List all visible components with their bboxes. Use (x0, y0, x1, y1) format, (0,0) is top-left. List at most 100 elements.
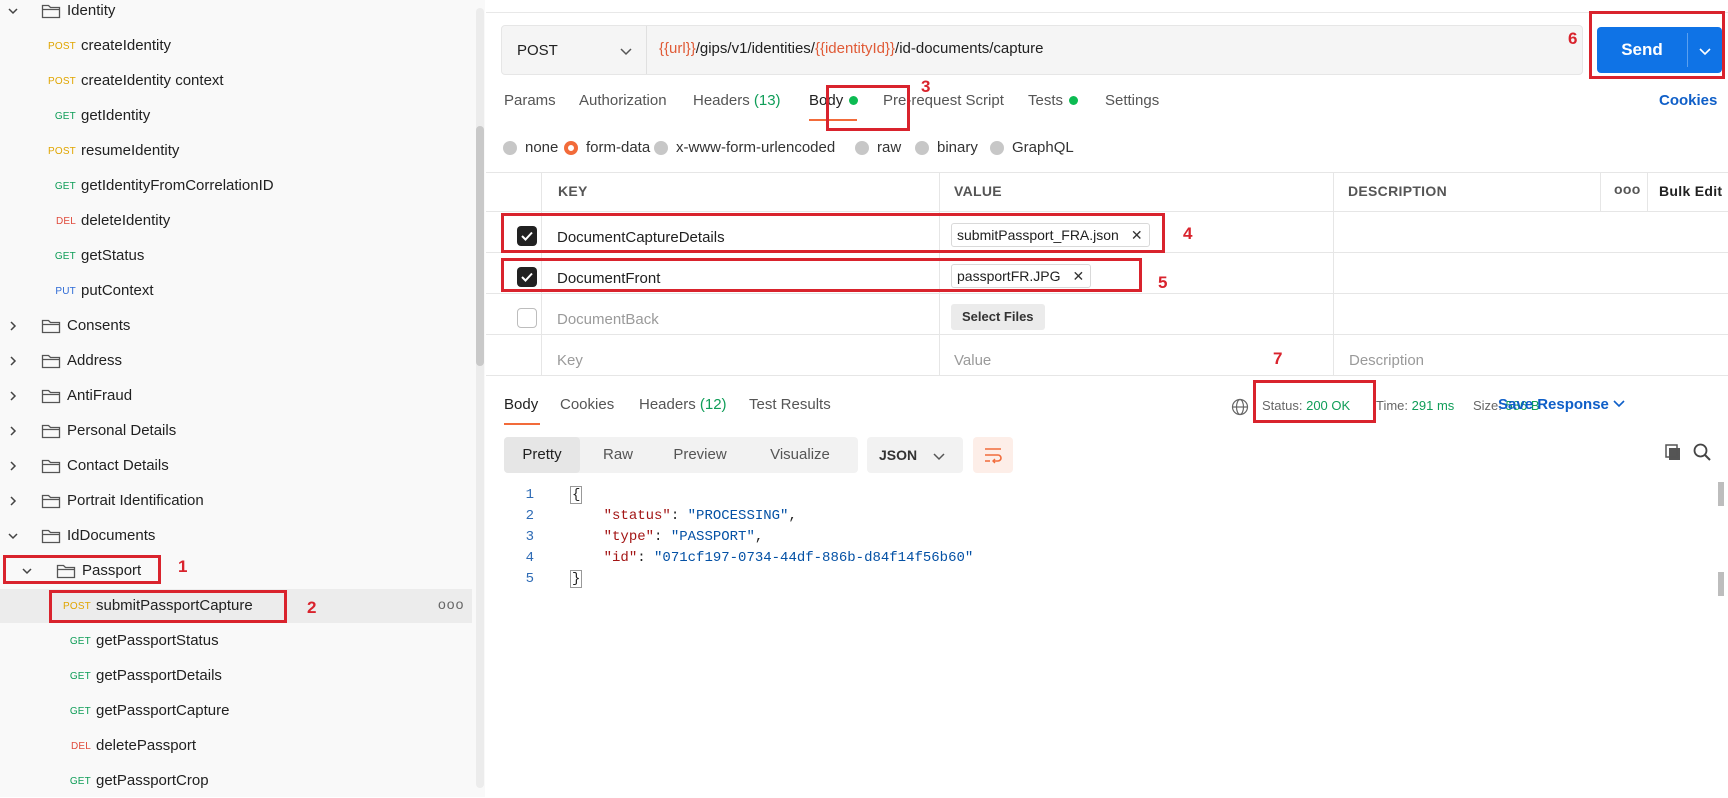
form-key[interactable]: DocumentBack (557, 311, 659, 328)
sidebar-scrollbar[interactable] (476, 8, 484, 788)
request-item[interactable]: GET getIdentity (0, 99, 472, 133)
bulk-edit-button[interactable]: Bulk Edit (1659, 183, 1722, 199)
method-select[interactable]: POST (502, 26, 647, 74)
chevron-down-icon[interactable] (7, 530, 19, 542)
folder-icon (41, 353, 61, 369)
folder-item[interactable]: Contact Details (0, 449, 472, 483)
brace: { (570, 486, 583, 504)
save-response-button[interactable]: Save Response (1498, 396, 1625, 413)
annotation-number: 1 (178, 557, 188, 576)
code-line: } (570, 570, 583, 588)
chevron-right-icon[interactable] (7, 425, 19, 437)
request-item[interactable]: GET getIdentityFromCorrelationID (0, 169, 472, 203)
view-option[interactable]: Pretty (504, 437, 580, 473)
method-badge: DEL (55, 216, 76, 227)
tab-response-cookies[interactable]: Cookies (560, 396, 614, 413)
folder-item[interactable]: Consents (0, 309, 472, 343)
body-type-radio[interactable]: none (503, 139, 558, 156)
copy-icon[interactable] (1663, 442, 1683, 467)
method-badge: GET (69, 636, 91, 647)
request-item[interactable]: DEL deleteIdentity (0, 204, 472, 238)
select-files-button[interactable]: Select Files (951, 304, 1045, 330)
folder-icon (41, 528, 61, 544)
chevron-down-icon[interactable] (7, 5, 19, 17)
key-input[interactable]: Key (557, 352, 583, 369)
description-input[interactable]: Description (1349, 352, 1424, 369)
annotation-box-submit (49, 590, 287, 623)
tab-response-body[interactable]: Body (504, 396, 538, 413)
line-number: 3 (525, 529, 534, 545)
view-option[interactable]: Raw (582, 437, 654, 473)
folder-item[interactable]: IdDocuments (0, 519, 472, 553)
tab-settings[interactable]: Settings (1105, 92, 1159, 109)
request-label: putContext (81, 282, 154, 299)
row-checkbox[interactable] (517, 308, 537, 328)
body-type-radio[interactable]: form-data (564, 139, 650, 156)
request-item[interactable]: GET getPassportDetails (0, 659, 472, 693)
tab-authorization[interactable]: Authorization (579, 92, 667, 109)
tests-status-dot (1069, 95, 1079, 105)
search-icon[interactable] (1692, 442, 1712, 467)
folder-icon (41, 318, 61, 334)
request-item[interactable]: GET getStatus (0, 239, 472, 273)
view-option[interactable]: Visualize (744, 437, 856, 473)
test-results-label: Test Results (749, 396, 831, 413)
brace: } (570, 570, 583, 588)
request-item[interactable]: GET getPassportStatus (0, 624, 472, 658)
folder-label: AntiFraud (67, 387, 133, 404)
tab-headers[interactable]: Headers (13) (693, 92, 781, 109)
column-options-icon[interactable]: ooo (1614, 181, 1641, 197)
request-item[interactable]: POST createIdentity context (0, 64, 472, 98)
request-item[interactable]: DEL deletePassport (0, 729, 472, 763)
json-key: "id" (603, 550, 638, 566)
cookies-link[interactable]: Cookies (1659, 92, 1717, 109)
request-panel: POST {{url}}/gips/v1/identities/{{identi… (486, 0, 1728, 797)
radio-label: binary (937, 139, 978, 156)
folder-item[interactable]: AntiFraud (0, 379, 472, 413)
tab-test-results[interactable]: Test Results (749, 396, 831, 413)
scrollbar-thumb[interactable] (1718, 482, 1724, 506)
description-column-header: DESCRIPTION (1348, 183, 1447, 199)
wrap-lines-button[interactable] (973, 437, 1013, 473)
request-item[interactable]: POST createIdentity (0, 29, 472, 63)
more-options-icon[interactable]: ooo (438, 596, 464, 612)
line-number: 4 (525, 550, 534, 566)
request-item[interactable]: PUT putContext (0, 274, 472, 308)
tab-tests[interactable]: Tests (1028, 92, 1079, 109)
tab-params[interactable]: Params (504, 92, 556, 109)
folder-item[interactable]: Portrait Identification (0, 484, 472, 518)
folder-item[interactable]: Identity (0, 0, 472, 28)
json-value: "071cf197-0734-44df-886b-d84f14f56b60" (654, 550, 974, 566)
folder-item[interactable]: Address (0, 344, 472, 378)
method-badge: GET (54, 111, 76, 122)
request-item[interactable]: GET getPassportCrop (0, 764, 472, 798)
globe-icon[interactable] (1231, 398, 1249, 421)
folder-item[interactable]: Personal Details (0, 414, 472, 448)
annotation-box-status (1253, 380, 1376, 423)
body-type-radio[interactable]: x-www-form-urlencoded (654, 139, 835, 156)
sidebar-scrollbar-thumb[interactable] (476, 126, 484, 366)
response-scrollbar[interactable] (1718, 480, 1726, 790)
method-badge: DEL (70, 741, 91, 752)
chevron-right-icon[interactable] (7, 320, 19, 332)
view-option[interactable]: Preview (656, 437, 744, 473)
response-headers-count: (12) (699, 396, 727, 413)
line-number: 1 (525, 487, 534, 503)
chevron-right-icon[interactable] (7, 355, 19, 367)
chevron-right-icon[interactable] (7, 495, 19, 507)
body-type-radio[interactable]: raw (855, 139, 901, 156)
body-type-radio[interactable]: GraphQL (990, 139, 1074, 156)
request-item[interactable]: GET getPassportCapture (0, 694, 472, 728)
body-type-radio[interactable]: binary (915, 139, 978, 156)
chevron-right-icon[interactable] (7, 390, 19, 402)
format-select[interactable]: JSON (867, 437, 963, 473)
chevron-right-icon[interactable] (7, 460, 19, 472)
value-input[interactable]: Value (954, 352, 991, 369)
radio-label: x-www-form-urlencoded (676, 139, 836, 156)
scrollbar-thumb[interactable] (1718, 572, 1724, 596)
column-divider (1333, 172, 1334, 375)
tab-response-headers[interactable]: Headers (12) (639, 396, 727, 413)
folder-label: Portrait Identification (67, 492, 204, 509)
request-item[interactable]: POST resumeIdentity (0, 134, 472, 168)
url-input[interactable]: {{url}}/gips/v1/identities/{{identityId}… (659, 40, 1043, 57)
